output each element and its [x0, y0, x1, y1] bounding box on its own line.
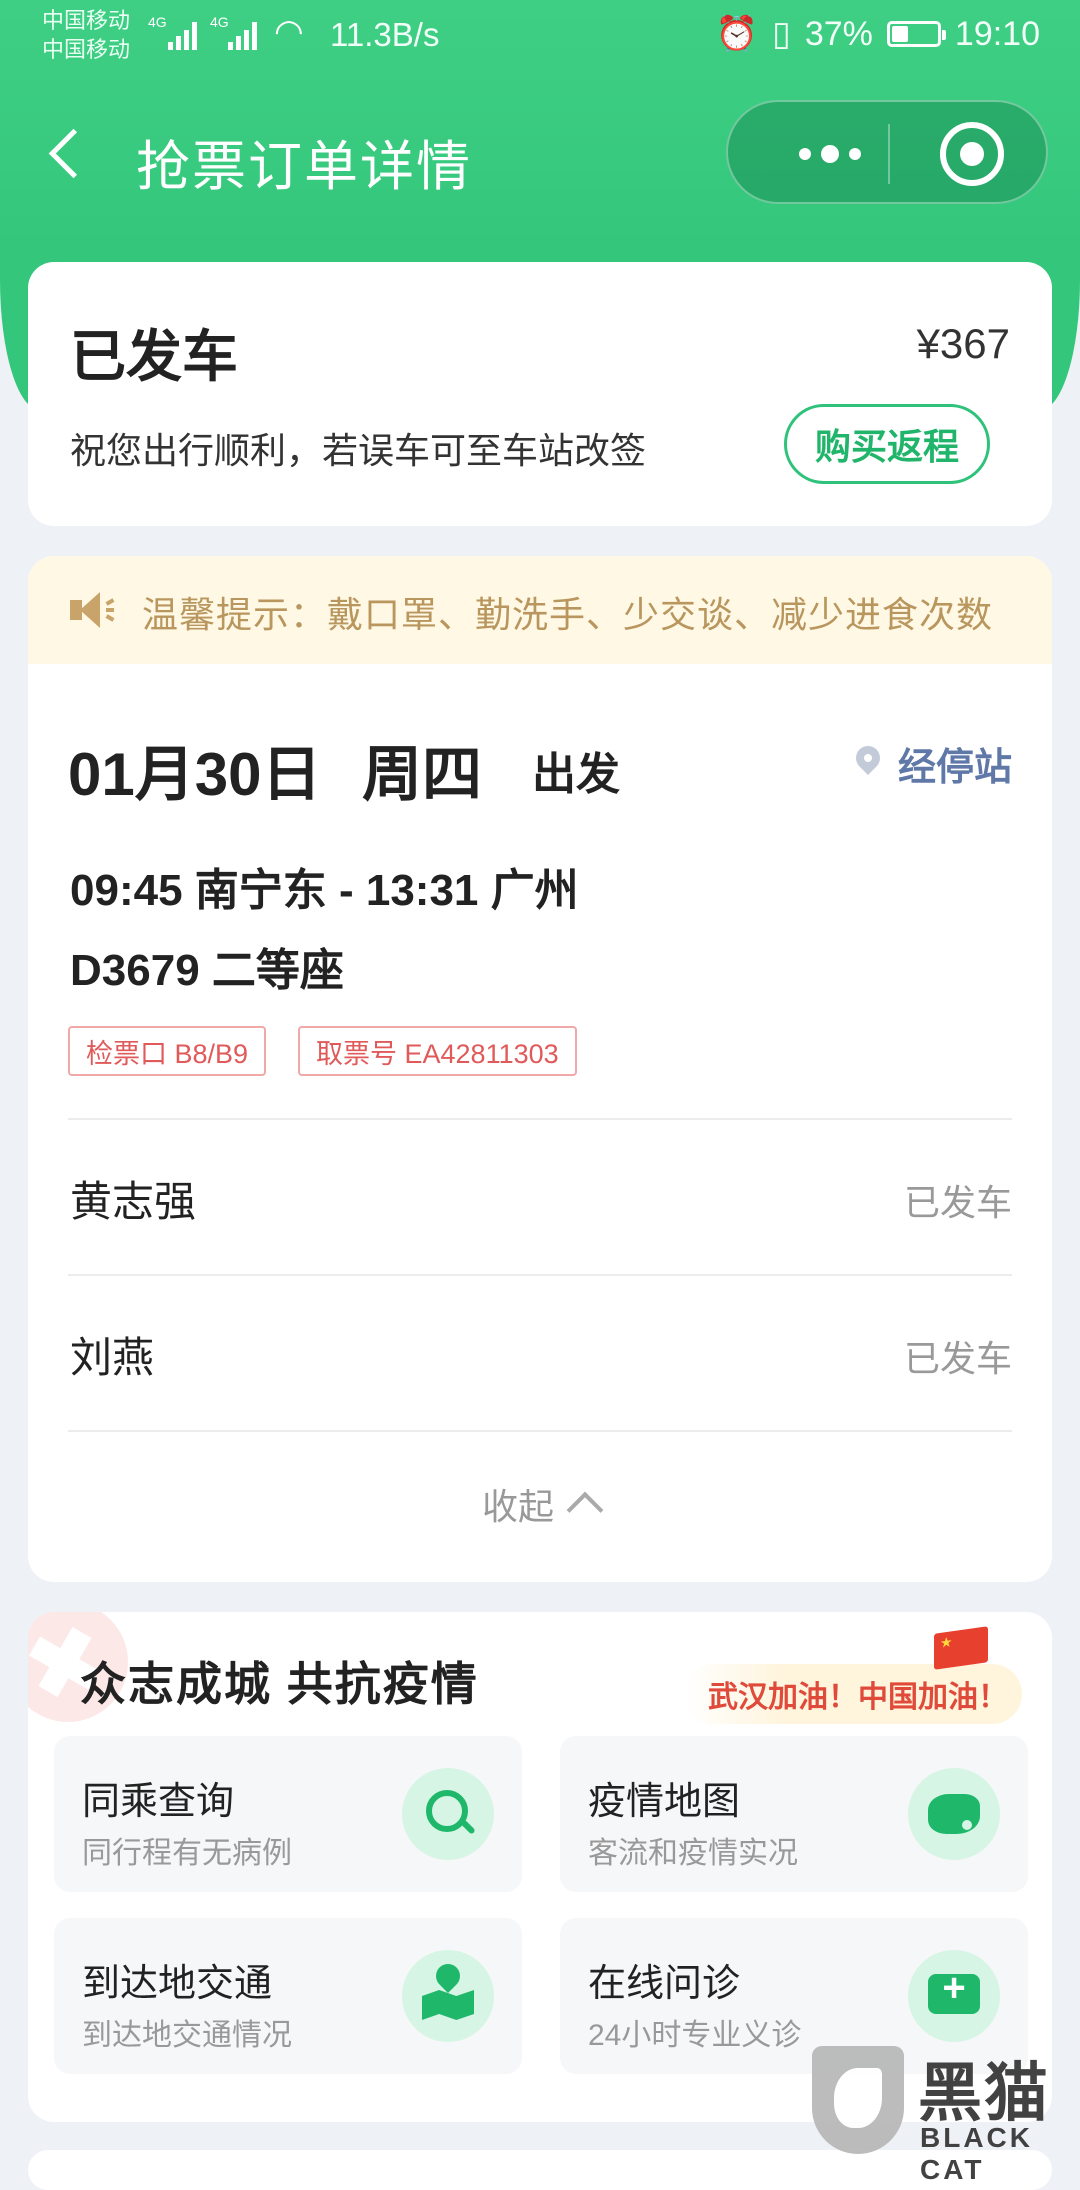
passenger-status-1: 已发车	[903, 1182, 1012, 1223]
passenger-name-1: 黄志强	[70, 1178, 197, 1225]
carrier-2: 中国移动	[42, 37, 131, 62]
vibrate-icon: ▯	[772, 15, 791, 53]
network-2-label: 4G	[210, 14, 229, 30]
tile-co-passenger-check[interactable]: 同乘查询 同行程有无病例	[54, 1736, 522, 1892]
watermark-cn: 黑猫	[918, 2057, 1050, 2129]
close-target-icon[interactable]	[940, 122, 1004, 186]
watermark-en: BLACK CAT	[920, 2122, 1033, 2185]
more-icon[interactable]	[768, 124, 892, 184]
train-seat-info: D3679 二等座	[70, 946, 344, 995]
tile-subtitle: 24小时专业义诊	[588, 2019, 802, 2052]
medical-chat-icon	[908, 1950, 1000, 2042]
stops-link[interactable]: 经停站	[854, 736, 1012, 791]
carrier-labels: 中国移动 中国移动	[42, 6, 130, 64]
tile-destination-traffic[interactable]: 到达地交通 到达地交通情况	[54, 1918, 522, 2074]
travel-date: 01月30日	[68, 741, 322, 808]
carrier-1: 中国移动	[42, 8, 131, 33]
network-1-label: 4G	[148, 14, 167, 30]
clock: 19:10	[954, 14, 1040, 53]
notice-banner: 温馨提示：戴口罩、勤洗手、少交谈、减少进食次数	[28, 556, 1052, 664]
travel-weekday: 周四	[362, 741, 482, 808]
battery-percent: 37%	[804, 14, 873, 53]
battery-icon	[886, 21, 946, 47]
tile-epidemic-map[interactable]: 疫情地图 客流和疫情实况	[560, 1736, 1028, 1892]
alarm-icon: ⏰	[715, 15, 759, 53]
capsule-divider	[888, 124, 890, 184]
notice-text: 温馨提示：戴口罩、勤洗手、少交谈、减少进食次数	[142, 594, 994, 635]
tile-subtitle: 到达地交通情况	[82, 2019, 292, 2052]
divider	[68, 1118, 1012, 1120]
depart-label: 出发	[532, 750, 620, 799]
order-price: ¥367	[916, 320, 1010, 367]
wifi-icon: ◠	[274, 13, 304, 51]
buy-return-button[interactable]: 购买返程	[784, 404, 990, 484]
china-flag-icon	[934, 1626, 988, 1670]
page-title: 抢票订单详情	[136, 137, 472, 197]
tile-subtitle: 客流和疫情实况	[588, 1837, 798, 1870]
route-info: 09:45 南宁东 - 13:31 广州	[70, 866, 579, 915]
cat-shield-icon	[812, 2046, 904, 2154]
tile-title: 在线问诊	[588, 1963, 741, 2005]
search-icon	[402, 1768, 494, 1860]
back-icon[interactable]	[40, 122, 100, 188]
collapse-label: 收起	[481, 1486, 554, 1527]
gate-tag: 检票口 B8/B9	[68, 1026, 267, 1076]
watermark-logo: 黑猫 BLACK CAT	[800, 2040, 1080, 2185]
collapse-button[interactable]: 收起	[28, 1478, 1052, 1530]
navigation-bar: 抢票订单详情	[0, 100, 1080, 210]
divider	[68, 1430, 1012, 1432]
tile-title: 同乘查询	[82, 1781, 235, 1823]
network-speed: 11.3B/s	[330, 16, 440, 53]
location-pin-icon	[854, 746, 884, 782]
chevron-up-icon	[566, 1491, 604, 1529]
signal-1-icon	[168, 20, 202, 50]
status-right: ⏰ ▯ 37% 19:10	[716, 14, 1040, 54]
mini-program-capsule	[726, 100, 1048, 204]
china-map-icon	[908, 1768, 1000, 1860]
signal-2-icon	[228, 20, 262, 50]
passenger-status-2: 已发车	[903, 1338, 1012, 1379]
cheer-banner: 武汉加油！中国加油！	[684, 1664, 1022, 1724]
stops-link-label: 经停站	[897, 747, 1012, 789]
divider	[68, 1274, 1012, 1276]
pickup-code-tag: 取票号 EA42811303	[298, 1026, 577, 1076]
epidemic-title: 众志成城 共抗疫情	[80, 1658, 479, 1710]
route-map-icon	[402, 1950, 494, 2042]
speaker-icon	[70, 592, 115, 628]
battery-level-fill	[891, 26, 908, 42]
order-status-title: 已发车	[70, 325, 238, 388]
order-status-subtitle: 祝您出行顺利，若误车可至车站改签	[70, 430, 647, 471]
tile-title: 到达地交通	[82, 1963, 273, 2005]
cheer-text: 武汉加油！中国加油！	[708, 1681, 1008, 1714]
tile-title: 疫情地图	[588, 1781, 741, 1823]
passenger-name-2: 刘燕	[70, 1334, 155, 1381]
status-bar: 中国移动 中国移动 4G 4G ◠ 11.3B/s ⏰ ▯ 37% 19:10	[0, 0, 1080, 74]
ticket-detail-card: 温馨提示：戴口罩、勤洗手、少交谈、减少进食次数 01月30日 周四 出发 经停站…	[28, 556, 1052, 1582]
tile-subtitle: 同行程有无病例	[82, 1837, 292, 1870]
order-status-card: 已发车 ¥367 祝您出行顺利，若误车可至车站改签 购买返程	[28, 262, 1052, 526]
